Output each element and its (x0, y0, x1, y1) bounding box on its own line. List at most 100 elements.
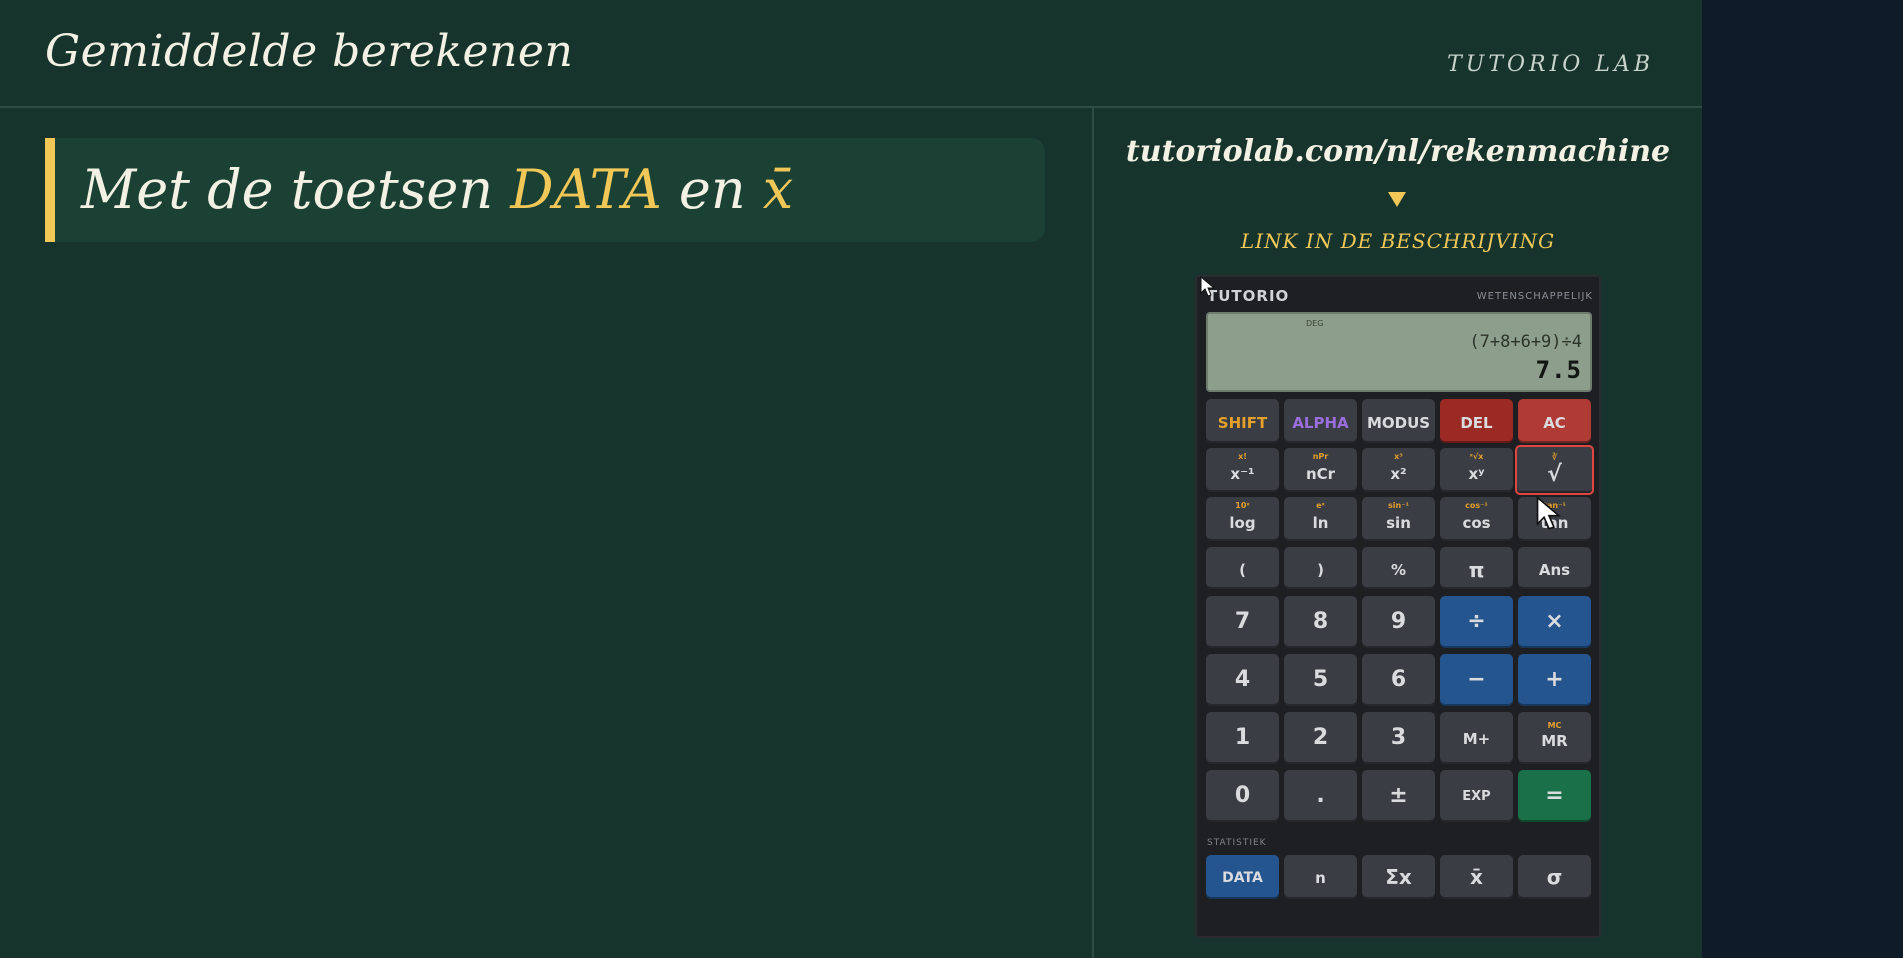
key-label: x² (1390, 465, 1407, 483)
square-root-key[interactable]: ∛ √ (1515, 445, 1594, 495)
key-shift-label: ˣ√x (1469, 452, 1484, 461)
mean-key[interactable]: x̄ (1440, 855, 1513, 899)
percent-key[interactable]: % (1362, 547, 1435, 589)
power-key[interactable]: ˣ√x xʸ (1440, 448, 1513, 492)
key-label: M+ (1462, 730, 1491, 748)
key-label: n (1315, 869, 1326, 887)
digit-7-key[interactable]: 7 (1206, 596, 1279, 648)
key-label: Σx (1385, 865, 1412, 889)
digit-4-key[interactable]: 4 (1206, 654, 1279, 706)
key-shift-label: 10ˣ (1235, 501, 1250, 510)
key-shift-label: x³ (1394, 452, 1403, 461)
callout-key-data: DATA (510, 158, 662, 221)
key-label: EXP (1462, 789, 1491, 804)
divide-key[interactable]: ÷ (1440, 596, 1513, 648)
key-label: ± (1389, 783, 1408, 808)
memory-recall-key[interactable]: MC MR (1518, 712, 1591, 764)
key-label: x⁻¹ (1230, 465, 1255, 483)
key-label: Ans (1538, 561, 1571, 579)
digit-6-key[interactable]: 6 (1362, 654, 1435, 706)
callout-prefix: Met de toetsen (81, 158, 511, 221)
pi-key[interactable]: π (1440, 547, 1513, 589)
log-key[interactable]: 10ˣ log (1206, 497, 1279, 541)
mouse-pointer-icon (1536, 496, 1562, 530)
data-key[interactable]: DATA (1206, 855, 1279, 899)
answer-key[interactable]: Ans (1518, 547, 1591, 589)
open-paren-key[interactable]: ( (1206, 547, 1279, 589)
key-shift-label: x! (1238, 452, 1247, 461)
digit-2-key[interactable]: 2 (1284, 712, 1357, 764)
exponent-key[interactable]: EXP (1440, 770, 1513, 822)
key-label: + (1545, 667, 1564, 692)
equals-key[interactable]: = (1518, 770, 1591, 822)
key-shift-label: nPr (1312, 452, 1329, 461)
calculator: TUTORIO WETENSCHAPPELIJK DEG (7+8+6+9)÷4… (1195, 275, 1601, 938)
sum-key[interactable]: Σx (1362, 855, 1435, 899)
key-label: 7 (1234, 609, 1251, 634)
key-label: DATA (1222, 870, 1263, 886)
ncr-key[interactable]: nPr nCr (1284, 448, 1357, 492)
calculator-display: DEG (7+8+6+9)÷4 7.5 (1206, 312, 1592, 392)
key-label: ln (1312, 514, 1329, 532)
key-label: 1 (1234, 725, 1251, 750)
key-label: 5 (1312, 667, 1329, 692)
key-label: 3 (1390, 725, 1407, 750)
square-key[interactable]: x³ x² (1362, 448, 1435, 492)
key-label: 2 (1312, 725, 1329, 750)
key-shift-label: ∛ (1551, 453, 1558, 462)
calculator-mode-label: WETENSCHAPPELIJK (1476, 291, 1593, 302)
key-label: √ (1547, 462, 1562, 487)
brand-logo: TUTORIO LAB (1447, 52, 1654, 77)
key-label: 4 (1234, 667, 1251, 692)
cos-key[interactable]: cos⁻¹ cos (1440, 497, 1513, 541)
callout-accent-bar (45, 138, 55, 242)
small-pointer-icon (1200, 276, 1216, 297)
sin-key[interactable]: sin⁻¹ sin (1362, 497, 1435, 541)
key-label: log (1229, 514, 1256, 532)
callout-middle: en (661, 158, 763, 221)
key-shift-label: eˣ (1316, 501, 1325, 510)
key-label: nCr (1305, 465, 1336, 483)
digit-3-key[interactable]: 3 (1362, 712, 1435, 764)
delete-key[interactable]: DEL (1440, 399, 1513, 443)
close-paren-key[interactable]: ) (1284, 547, 1357, 589)
key-label: x̄ (1470, 865, 1483, 889)
key-label: % (1390, 561, 1407, 579)
key-label: = (1545, 783, 1564, 808)
key-label: 0 (1234, 783, 1251, 808)
header: Gemiddelde berekenen TUTORIO LAB (0, 0, 1702, 108)
digit-0-key[interactable]: 0 (1206, 770, 1279, 822)
shift-key[interactable]: SHIFT (1206, 399, 1279, 443)
reciprocal-key[interactable]: x! x⁻¹ (1206, 448, 1279, 492)
key-shift-label: sin⁻¹ (1388, 501, 1409, 510)
alpha-key[interactable]: ALPHA (1284, 399, 1357, 443)
subtract-key[interactable]: − (1440, 654, 1513, 706)
calculator-url[interactable]: tutoriolab.com/nl/rekenmachine (1093, 134, 1703, 169)
page-title: Gemiddelde berekenen (45, 26, 574, 77)
ln-key[interactable]: eˣ ln (1284, 497, 1357, 541)
key-label: 8 (1312, 609, 1329, 634)
key-label: ALPHA (1292, 414, 1349, 432)
key-label: sin (1386, 514, 1411, 532)
digit-1-key[interactable]: 1 (1206, 712, 1279, 764)
multiply-key[interactable]: × (1518, 596, 1591, 648)
key-label: 6 (1390, 667, 1407, 692)
digit-8-key[interactable]: 8 (1284, 596, 1357, 648)
mode-key[interactable]: MODUS (1362, 399, 1435, 443)
key-label: − (1467, 667, 1486, 692)
add-key[interactable]: + (1518, 654, 1591, 706)
count-key[interactable]: n (1284, 855, 1357, 899)
std-dev-key[interactable]: σ (1518, 855, 1591, 899)
plus-minus-key[interactable]: ± (1362, 770, 1435, 822)
digit-9-key[interactable]: 9 (1362, 596, 1435, 648)
down-arrow-icon (1388, 192, 1406, 207)
digit-5-key[interactable]: 5 (1284, 654, 1357, 706)
key-label: xʸ (1468, 465, 1485, 483)
callout-text: Met de toetsen DATA en x̄ (81, 158, 793, 221)
all-clear-key[interactable]: AC (1518, 399, 1591, 443)
decimal-point-key[interactable]: . (1284, 770, 1357, 822)
key-label: MODUS (1366, 414, 1431, 432)
memory-add-key[interactable]: M+ (1440, 712, 1513, 764)
statistics-label: STATISTIEK (1207, 838, 1267, 848)
key-label: ÷ (1467, 609, 1486, 634)
